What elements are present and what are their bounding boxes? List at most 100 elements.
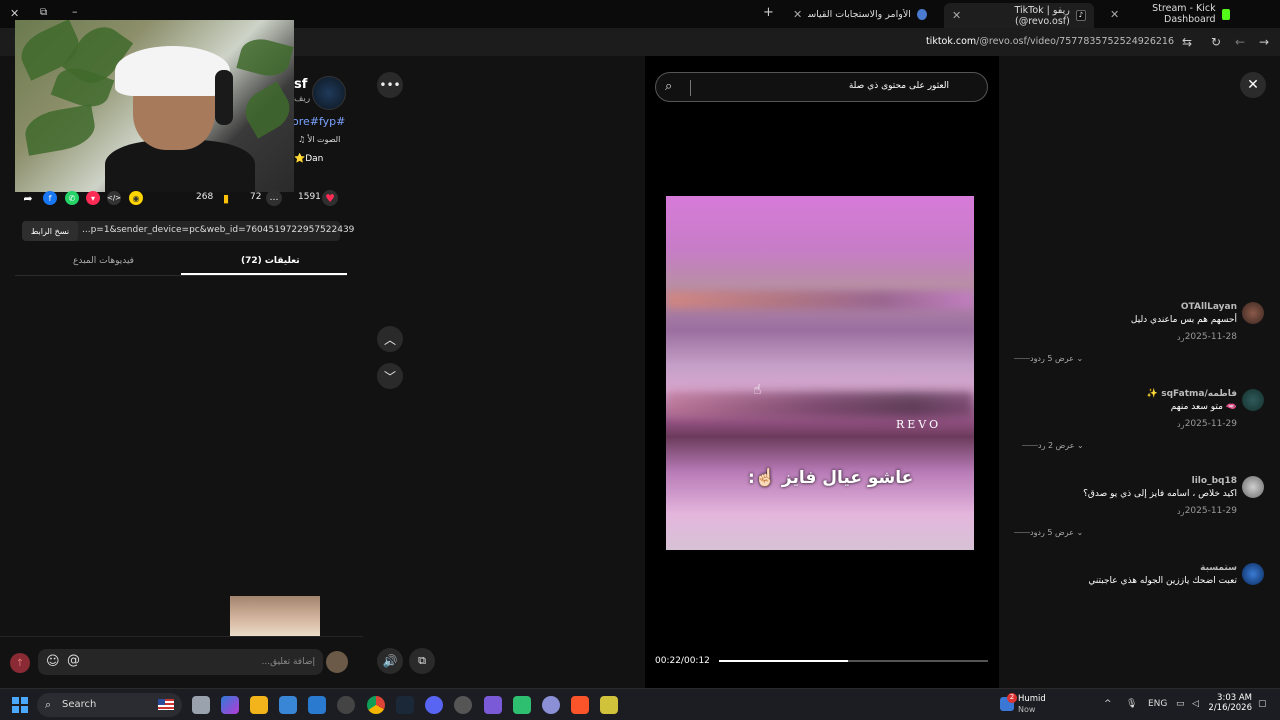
clock[interactable]: 3:03 AM 2/16/2026 [1208,693,1252,713]
volume-icon[interactable]: 🔊 [377,648,403,674]
app-icon[interactable] [600,696,618,714]
tray-chevron-up-icon[interactable]: ^ [1104,699,1112,709]
reply-button[interactable]: رد [1177,333,1184,342]
tab-tiktok[interactable]: ♪ ريفو | TikTok (@revo.osf) ✕ [944,3,1094,28]
tab-creator-videos[interactable]: فيديوهات المبدع [73,256,134,266]
saves-count: 268 [196,192,214,202]
comment-date: 2025-11-29 [1184,419,1237,429]
search-icon: ⌕ [45,698,52,711]
action-row: ➦ f ✆ ▾ </> ◉ 268 ▮ 72 … 1591 ♥ [15,186,348,210]
previous-video-chevron-up-icon[interactable]: ︿ [377,326,403,352]
comment-username[interactable]: lilo_bq18 [1192,476,1237,486]
mention-icon[interactable]: @ [67,653,80,668]
music-icon: ♫ [298,135,306,144]
comment-attached-image[interactable] [230,596,320,636]
view-replies-button[interactable]: ⌄ عرض 5 ردود [1008,354,1083,363]
network-icon[interactable]: ▭ [1176,699,1185,709]
comment-username[interactable]: ستمسبة [1200,563,1237,573]
view-replies-button[interactable]: ⌄ عرض 2 رد [1016,441,1084,450]
game-controller-icon[interactable] [484,696,502,714]
task-view-icon[interactable] [192,696,210,714]
video-frame[interactable]: REVO عاشو عيال فايز ☝🏻: ☝ [666,196,974,550]
likes-count: 1591 [298,192,321,202]
comment-avatar[interactable] [1242,563,1264,585]
more-options-icon[interactable]: ••• [377,72,403,98]
steam-icon[interactable] [396,696,414,714]
music-link[interactable]: ♫ الصوت الأ [298,135,340,144]
video-progress-bar[interactable] [719,660,988,662]
minimize-window-icon[interactable]: – [72,5,78,18]
restore-window-icon[interactable]: ⧉ [40,7,47,18]
hashtag-link[interactable]: ore#fyp# [292,115,345,128]
comments-tabs: فيديوهات المبدع (72) تعليقات [15,250,347,276]
share-app-icon[interactable]: ▾ [86,191,100,205]
search-input[interactable]: ⌕ العثور على محتوى ذي صلة [655,72,988,102]
copy-link-button[interactable]: نسخ الرابط [22,221,78,241]
active-tab-indicator [181,273,347,275]
reader-mode-icon[interactable]: ⇆ [1182,35,1192,49]
reload-icon[interactable]: ↻ [1211,35,1221,49]
comment-avatar[interactable] [1242,476,1264,498]
taskbar: ⌕ Search 2 Humid Now ^ 🎙 ENG ▭ ◁ 3:03 AM… [0,688,1280,720]
new-tab-button[interactable]: + [763,5,774,20]
forward-icon[interactable]: → [1259,35,1269,49]
taskbar-search-label: Search [62,699,97,710]
embed-icon[interactable]: </> [107,191,121,205]
comment-input[interactable] [38,649,323,675]
comment-username[interactable]: ✨ sqFatma/فاطمه [1147,389,1237,399]
chrome-icon[interactable] [367,696,385,714]
avatar[interactable] [326,651,348,673]
creator-avatar[interactable] [312,76,346,110]
speaker-icon[interactable]: ◁ [1192,699,1199,709]
facebook-icon[interactable]: f [43,191,57,205]
taskbar-search[interactable]: ⌕ Search [37,693,182,717]
tab-close-icon[interactable]: ✕ [952,9,961,22]
mail-icon[interactable] [308,696,326,714]
settings-gear-icon[interactable] [337,696,355,714]
picture-in-picture-icon[interactable]: ⧉ [409,648,435,674]
star-icon: ⭐ [294,154,306,164]
reply-button[interactable]: رد [1177,420,1184,429]
notifications-icon[interactable]: ▢ [1258,699,1267,709]
flag-icon [158,699,174,710]
brave-icon[interactable] [571,696,589,714]
reply-button[interactable]: رد [1177,507,1184,516]
comment-text: اكيد خلاص ، اسامه فايز إلى ذي يو صدق؟ [1083,489,1237,499]
tab-close-icon[interactable]: ✕ [1110,8,1119,21]
language-indicator[interactable]: ENG [1148,699,1167,709]
bookmark-icon[interactable]: ▮ [218,190,234,206]
url-field[interactable]: tiktok.com/@revo.osf/video/7577835752524… [926,36,1174,47]
kick-app-icon[interactable] [513,696,531,714]
creator-name[interactable]: sf [294,77,307,92]
windows-start-icon[interactable] [12,697,28,713]
emoji-icon[interactable]: ☺ [46,654,60,669]
microphone-icon[interactable]: 🎙 [1126,699,1137,709]
share-arrow-icon[interactable]: ➦ [21,191,35,205]
tab-close-icon[interactable]: ✕ [793,8,802,21]
tab-kick-dashboard[interactable]: Stream - Kick Dashboard ✕ [1102,3,1238,25]
obs-icon[interactable] [454,696,472,714]
send-arrow-icon[interactable]: ↑ [10,653,30,673]
close-window-icon[interactable]: ✕ [10,7,19,20]
file-explorer-icon[interactable] [250,696,268,714]
store-icon[interactable] [279,696,297,714]
discord-icon[interactable] [425,696,443,714]
comment-avatar[interactable] [1242,389,1264,411]
more-share-icon[interactable]: ◉ [129,191,143,205]
comment-avatar[interactable] [1242,302,1264,324]
heart-icon[interactable]: ♥ [322,190,338,206]
app-icon[interactable] [542,696,560,714]
tab-comments[interactable]: (72) تعليقات [241,256,300,266]
comments-count: 72 [250,192,262,202]
tab-commands[interactable]: الأوامر والاستجابات القياسية - نظا ✕ [785,3,935,25]
search-icon[interactable]: ⌕ [665,79,672,94]
view-replies-button[interactable]: ⌄ عرض 5 ردود [1008,528,1083,537]
copilot-icon[interactable] [221,696,239,714]
whatsapp-icon[interactable]: ✆ [65,191,79,205]
kick-favicon-icon [1221,8,1230,20]
back-icon[interactable]: ← [1235,35,1245,49]
comment-username[interactable]: OTAllLayan [1181,302,1237,312]
next-video-chevron-down-icon[interactable]: ﹀ [377,363,403,389]
close-icon[interactable]: ✕ [1240,72,1266,98]
comment-icon[interactable]: … [266,190,282,206]
